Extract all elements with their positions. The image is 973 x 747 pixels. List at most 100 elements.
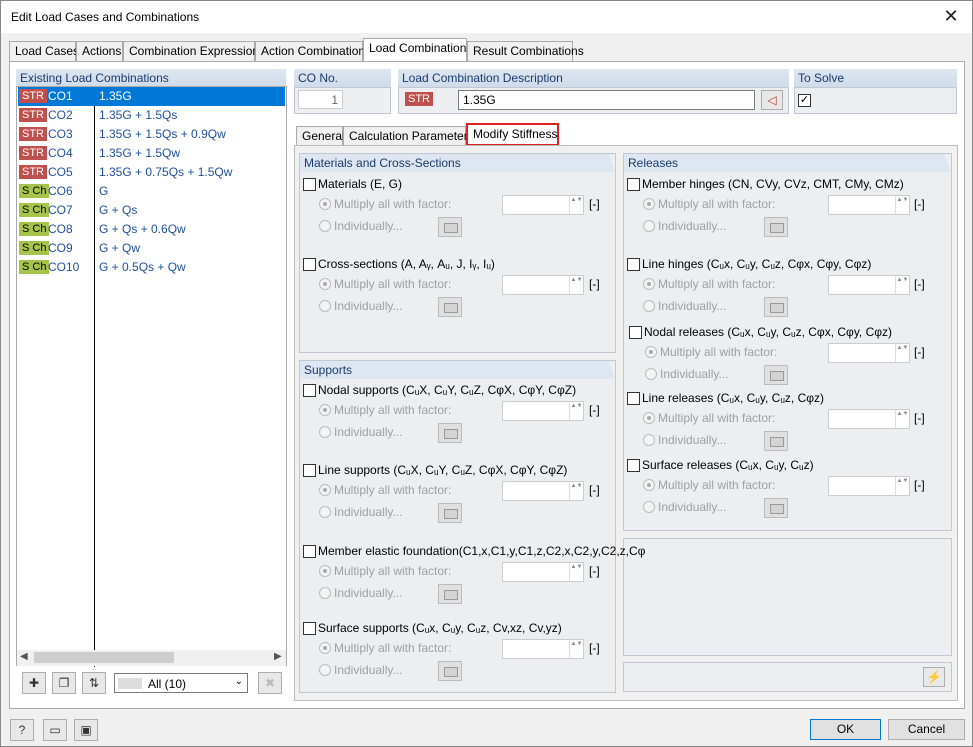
materials-individually-radio[interactable] [319, 220, 331, 232]
cross-sections-multiply-radio[interactable] [319, 278, 331, 290]
surface-releases-checkbox[interactable] [627, 459, 640, 472]
new-combination-icon[interactable]: ✚ [22, 672, 46, 694]
spinner-arrows-icon[interactable]: ▲▼ [569, 563, 583, 581]
nodal-supports-edit-icon[interactable] [438, 423, 462, 443]
subtab-general[interactable]: General [296, 126, 345, 145]
scrollbar-thumb[interactable] [34, 652, 174, 663]
surface-releases-individually-radio[interactable] [643, 501, 655, 513]
line-hinges-checkbox[interactable] [627, 258, 640, 271]
spinner-arrows-icon[interactable]: ▲▼ [569, 276, 583, 294]
line-releases-multiply-radio[interactable] [643, 412, 655, 424]
subtab-modify-stiffness[interactable]: Modify Stiffness [466, 123, 559, 146]
cross-sections-edit-icon[interactable] [438, 297, 462, 317]
tab-action-combinations[interactable]: Action Combinations [255, 41, 371, 61]
open-icon[interactable]: ▭ [43, 719, 67, 741]
surface-releases-factor-spinner[interactable]: ▲▼ [828, 476, 910, 496]
line-hinges-multiply-radio[interactable] [643, 278, 655, 290]
close-icon[interactable]: ✕ [938, 5, 964, 27]
nodal-supports-checkbox[interactable] [303, 384, 316, 397]
line-releases-edit-icon[interactable] [764, 431, 788, 451]
list-item[interactable]: S Ch CO8 G + Qs + 0.6Qw [18, 220, 285, 239]
line-supports-multiply-radio[interactable] [319, 484, 331, 496]
ok-button[interactable]: OK [810, 719, 881, 740]
line-releases-checkbox[interactable] [627, 392, 640, 405]
tab-result-combinations[interactable]: Result Combinations [467, 41, 584, 61]
materials-multiply-radio[interactable] [319, 198, 331, 210]
materials-checkbox[interactable] [303, 178, 316, 191]
surface-supports-individually-radio[interactable] [319, 664, 331, 676]
list-item[interactable]: S Ch CO6 G [18, 182, 285, 201]
member-hinges-checkbox[interactable] [627, 178, 640, 191]
nodal-releases-multiply-radio[interactable] [645, 346, 657, 358]
list-item[interactable]: STR CO3 1.35G + 1.5Qs + 0.9Qw [18, 125, 285, 144]
surface-supports-factor-spinner[interactable]: ▲▼ [502, 639, 584, 659]
line-supports-individually-radio[interactable] [319, 506, 331, 518]
nodal-supports-factor-spinner[interactable]: ▲▼ [502, 401, 584, 421]
cross-sections-factor-spinner[interactable]: ▲▼ [502, 275, 584, 295]
tab-load-combinations[interactable]: Load Combinations [363, 38, 472, 62]
materials-edit-icon[interactable] [438, 217, 462, 237]
list-item[interactable]: S Ch CO7 G + Qs [18, 201, 285, 220]
line-releases-individually-radio[interactable] [643, 434, 655, 446]
line-hinges-edit-icon[interactable] [764, 297, 788, 317]
line-hinges-individually-radio[interactable] [643, 300, 655, 312]
delete-icon[interactable]: ✖ [258, 672, 282, 694]
line-supports-checkbox[interactable] [303, 464, 316, 477]
tab-actions[interactable]: Actions [76, 41, 123, 61]
nodal-supports-individually-radio[interactable] [319, 426, 331, 438]
tab-combination-expressions[interactable]: Combination Expressions [123, 41, 265, 61]
list-item[interactable]: STR CO4 1.35G + 1.5Qw [18, 144, 285, 163]
description-pick-icon[interactable]: ◁ [761, 90, 783, 110]
spinner-arrows-icon[interactable]: ▲▼ [895, 276, 909, 294]
spinner-arrows-icon[interactable]: ▲▼ [569, 196, 583, 214]
spinner-arrows-icon[interactable]: ▲▼ [895, 344, 909, 362]
info-icon[interactable]: ⚡ [923, 667, 945, 687]
renumber-icon[interactable]: ⇅ [82, 672, 106, 694]
list-item[interactable]: STR CO2 1.35G + 1.5Qs [18, 106, 285, 125]
spinner-arrows-icon[interactable]: ▲▼ [895, 410, 909, 428]
cross-sections-individually-radio[interactable] [319, 300, 331, 312]
description-field[interactable]: 1.35G [458, 90, 755, 110]
member-elastic-foundation-factor-spinner[interactable]: ▲▼ [502, 562, 584, 582]
surface-supports-checkbox[interactable] [303, 622, 316, 635]
surface-releases-multiply-radio[interactable] [643, 479, 655, 491]
spinner-arrows-icon[interactable]: ▲▼ [569, 402, 583, 420]
list-item[interactable]: S Ch CO10 G + 0.5Qs + Qw [18, 258, 285, 277]
nodal-releases-individually-radio[interactable] [645, 368, 657, 380]
scroll-right-icon[interactable]: ▶ [274, 651, 282, 662]
cross-sections-checkbox[interactable] [303, 258, 316, 271]
spinner-arrows-icon[interactable]: ▲▼ [569, 640, 583, 658]
help-icon[interactable]: ? [10, 719, 34, 741]
member-elastic-foundation-edit-icon[interactable] [438, 584, 462, 604]
line-supports-edit-icon[interactable] [438, 503, 462, 523]
cancel-button[interactable]: Cancel [888, 719, 965, 740]
list-item[interactable]: STR CO5 1.35G + 0.75Qs + 1.5Qw [18, 163, 285, 182]
scroll-left-icon[interactable]: ◀ [20, 651, 28, 662]
member-hinges-factor-spinner[interactable]: ▲▼ [828, 195, 910, 215]
to-solve-checkbox[interactable]: ✓ [798, 94, 811, 107]
nodal-releases-checkbox[interactable] [629, 326, 642, 339]
surface-supports-multiply-radio[interactable] [319, 642, 331, 654]
member-hinges-multiply-radio[interactable] [643, 198, 655, 210]
member-elastic-foundation-multiply-radio[interactable] [319, 565, 331, 577]
surface-supports-edit-icon[interactable] [438, 661, 462, 681]
member-elastic-foundation-checkbox[interactable] [303, 545, 316, 558]
member-elastic-foundation-individually-radio[interactable] [319, 587, 331, 599]
nodal-releases-edit-icon[interactable] [764, 365, 788, 385]
subtab-calculation-parameters[interactable]: Calculation Parameters [343, 126, 474, 145]
list-scrollbar[interactable]: ◀ ▶ [17, 650, 286, 666]
nodal-releases-factor-spinner[interactable]: ▲▼ [828, 343, 910, 363]
co-no-field[interactable]: 1 [298, 90, 343, 109]
member-hinges-individually-radio[interactable] [643, 220, 655, 232]
spinner-arrows-icon[interactable]: ▲▼ [895, 477, 909, 495]
surface-releases-edit-icon[interactable] [764, 498, 788, 518]
line-releases-factor-spinner[interactable]: ▲▼ [828, 409, 910, 429]
list-item[interactable]: STR CO1 1.35G [18, 87, 285, 106]
line-supports-factor-spinner[interactable]: ▲▼ [502, 481, 584, 501]
copy-combination-icon[interactable]: ❐ [52, 672, 76, 694]
materials-factor-spinner[interactable]: ▲▼ [502, 195, 584, 215]
filter-select[interactable]: All (10) ⌄ [114, 673, 248, 693]
spinner-arrows-icon[interactable]: ▲▼ [895, 196, 909, 214]
line-hinges-factor-spinner[interactable]: ▲▼ [828, 275, 910, 295]
spinner-arrows-icon[interactable]: ▲▼ [569, 482, 583, 500]
